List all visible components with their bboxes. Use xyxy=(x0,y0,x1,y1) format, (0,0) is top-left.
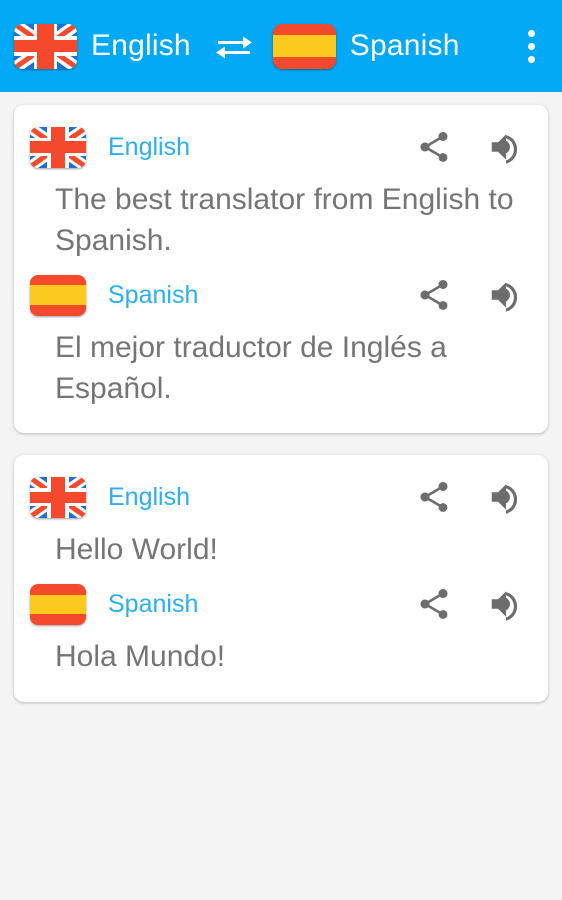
segment-header: Spanish xyxy=(30,267,532,323)
segment-language-label: Spanish xyxy=(108,280,199,309)
translation-segment: English Hello World! xyxy=(30,469,532,570)
spain-flag-icon xyxy=(30,274,86,316)
segment-text: Hello World! xyxy=(55,533,218,567)
volume-up-icon xyxy=(491,134,518,164)
source-language-selector[interactable]: English xyxy=(14,23,191,69)
share-button[interactable] xyxy=(408,121,460,173)
swap-languages-button[interactable] xyxy=(207,31,261,61)
volume-up-icon xyxy=(491,591,518,622)
share-button[interactable] xyxy=(408,471,460,523)
share-icon xyxy=(420,280,448,311)
speak-button[interactable] xyxy=(480,471,532,523)
uk-flag-icon xyxy=(30,126,86,168)
segment-header: English xyxy=(30,469,532,525)
more-vertical-icon-dot xyxy=(527,42,535,50)
speak-button[interactable] xyxy=(480,578,532,630)
segment-language-label: Spanish xyxy=(108,589,199,618)
segment-header: English xyxy=(30,119,532,175)
translation-card[interactable]: English The best translator from English… xyxy=(14,105,548,434)
segment-language-label: English xyxy=(108,132,190,161)
target-language-label: Spanish xyxy=(349,29,460,62)
more-vertical-icon-dot xyxy=(527,29,535,37)
more-vertical-icon-dot xyxy=(527,55,535,63)
share-button[interactable] xyxy=(408,269,460,321)
segment-text: Hola Mundo! xyxy=(55,640,226,674)
uk-flag-icon xyxy=(14,23,77,69)
source-language-label: English xyxy=(91,29,191,62)
spain-flag-icon xyxy=(30,583,86,625)
share-icon xyxy=(420,482,448,513)
volume-up-icon xyxy=(491,282,518,312)
swap-horizontal-icon xyxy=(215,36,252,59)
translation-card[interactable]: English Hello World! Spanish Hola Mundo! xyxy=(14,455,548,702)
spain-flag-icon xyxy=(272,23,336,69)
translation-segment: English The best translator from English… xyxy=(30,119,532,261)
segment-language-label: English xyxy=(108,482,190,511)
translation-history-list: English The best translator from English… xyxy=(0,92,562,702)
translation-segment: Spanish Hola Mundo! xyxy=(30,576,532,677)
share-icon xyxy=(420,132,448,162)
uk-flag-icon xyxy=(30,476,86,518)
segment-header: Spanish xyxy=(30,576,532,632)
share-button[interactable] xyxy=(408,578,460,630)
volume-up-icon xyxy=(491,484,518,514)
speak-button[interactable] xyxy=(480,121,532,173)
translation-segment: Spanish El mejor traductor de Inglés a E… xyxy=(30,267,532,409)
target-language-selector[interactable]: Spanish xyxy=(272,23,460,69)
speak-button[interactable] xyxy=(480,269,532,321)
app-bar: English Spanish xyxy=(0,0,562,92)
share-icon xyxy=(420,589,448,620)
segment-text: The best translator from English to Span… xyxy=(55,183,514,258)
more-options-button[interactable] xyxy=(514,20,548,72)
segment-text: El mejor traductor de Inglés a Español. xyxy=(55,331,447,406)
